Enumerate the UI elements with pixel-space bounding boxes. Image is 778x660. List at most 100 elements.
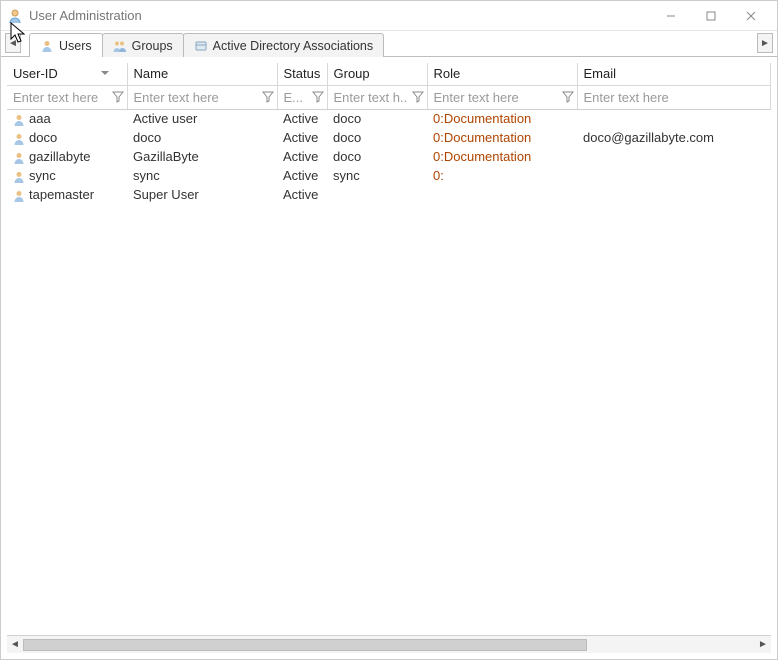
cell-text: Active: [283, 168, 318, 183]
cell-name: doco: [127, 128, 277, 147]
tab-groups[interactable]: Groups: [102, 33, 184, 57]
cell-group: sync: [327, 166, 427, 185]
table-row[interactable]: sync sync Active sync 0:: [7, 166, 771, 185]
cell-name: sync: [127, 166, 277, 185]
cell-text: sync: [29, 168, 56, 183]
cell-text: doco: [333, 149, 361, 164]
cell-email: [577, 147, 771, 166]
window-title: User Administration: [29, 8, 651, 23]
tab-users[interactable]: Users: [29, 33, 103, 57]
maximize-button[interactable]: [691, 2, 731, 30]
cell-email: doco@gazillabyte.com: [577, 128, 771, 147]
cell-status: Active: [277, 147, 327, 166]
window: User Administration ◄ Users Groups: [0, 0, 778, 660]
cell-text: Active: [283, 130, 318, 145]
filter-group-input[interactable]: [330, 90, 411, 105]
column-header-email[interactable]: Email: [577, 63, 771, 85]
cell-text: sync: [333, 168, 360, 183]
filter-icon[interactable]: [311, 90, 325, 104]
cell-email: [577, 166, 771, 185]
cell-user_id: doco: [7, 128, 127, 147]
filter-email-input[interactable]: [580, 90, 769, 105]
cell-status: Active: [277, 109, 327, 128]
cell-role: [427, 185, 577, 204]
cell-text: doco: [333, 130, 361, 145]
filter-icon[interactable]: [111, 90, 125, 104]
user-icon: [40, 39, 54, 53]
tab-scroll-left-button[interactable]: ◄: [5, 33, 21, 53]
titlebar: User Administration: [1, 1, 777, 31]
cell-status: Active: [277, 185, 327, 204]
cell-status: Active: [277, 128, 327, 147]
cell-role: 0:: [427, 166, 577, 185]
filter-icon[interactable]: [411, 90, 425, 104]
column-header-user-id[interactable]: User-ID: [7, 63, 127, 85]
table-row[interactable]: tapemaster Super User Active: [7, 185, 771, 204]
column-header-group[interactable]: Group: [327, 63, 427, 85]
cell-text: tapemaster: [29, 187, 94, 202]
scroll-left-icon[interactable]: ◄: [7, 637, 23, 653]
tab-scroll-right-button[interactable]: ►: [757, 33, 773, 53]
cell-role: 0:Documentation: [427, 147, 577, 166]
scrollbar-thumb[interactable]: [23, 639, 587, 651]
app-icon: [7, 8, 23, 24]
filter-icon[interactable]: [561, 90, 575, 104]
cell-email: [577, 109, 771, 128]
cell-text: 0:: [433, 168, 444, 183]
user-icon: [13, 152, 25, 164]
cell-text: aaa: [29, 111, 51, 126]
users-group-icon: [113, 39, 127, 53]
cell-text: 0:Documentation: [433, 130, 531, 145]
filter-status-input[interactable]: [280, 90, 311, 105]
directory-icon: [194, 39, 208, 53]
column-header-role[interactable]: Role: [427, 63, 577, 85]
filter-name-input[interactable]: [130, 90, 261, 105]
column-header-name[interactable]: Name: [127, 63, 277, 85]
table-row[interactable]: doco doco Active doco 0:Documentation doco@ga…: [7, 128, 771, 147]
filter-role-input[interactable]: [430, 90, 561, 105]
cell-status: Active: [277, 166, 327, 185]
cell-text: gazillabyte: [29, 149, 90, 164]
data-grid: User-ID Name Status Group Role Email aaa…: [7, 63, 771, 635]
user-icon: [13, 190, 25, 202]
cell-text: doco: [333, 111, 361, 126]
cell-group: doco: [327, 147, 427, 166]
filter-user-id-input[interactable]: [9, 90, 111, 105]
cell-email: [577, 185, 771, 204]
filter-row: [7, 85, 771, 109]
cell-user_id: tapemaster: [7, 185, 127, 204]
cell-user_id: sync: [7, 166, 127, 185]
scrollbar-track[interactable]: [23, 639, 755, 651]
scroll-right-icon[interactable]: ►: [755, 637, 771, 653]
user-icon: [13, 114, 25, 126]
tab-groups-label: Groups: [132, 39, 173, 53]
cell-role: 0:Documentation: [427, 128, 577, 147]
cell-name: Super User: [127, 185, 277, 204]
cell-group: doco: [327, 109, 427, 128]
cell-text: 0:Documentation: [433, 149, 531, 164]
tab-ad-associations-label: Active Directory Associations: [213, 39, 373, 53]
tablist: Users Groups Active Directory Associatio…: [29, 32, 383, 56]
users-table: User-ID Name Status Group Role Email aaa…: [7, 63, 771, 204]
cell-group: doco: [327, 128, 427, 147]
cell-text: doco: [29, 130, 57, 145]
cell-text: doco: [133, 130, 161, 145]
minimize-button[interactable]: [651, 2, 691, 30]
cell-text: GazillaByte: [133, 149, 199, 164]
horizontal-scrollbar[interactable]: ◄ ►: [7, 635, 771, 653]
cell-group: [327, 185, 427, 204]
cell-user_id: aaa: [7, 109, 127, 128]
cell-text: doco@gazillabyte.com: [583, 130, 714, 145]
cell-user_id: gazillabyte: [7, 147, 127, 166]
table-row[interactable]: gazillabyte GazillaByte Active doco 0:Docume…: [7, 147, 771, 166]
user-icon: [13, 171, 25, 183]
column-header-status[interactable]: Status: [277, 63, 327, 85]
close-button[interactable]: [731, 2, 771, 30]
cell-text: Active: [283, 187, 318, 202]
cell-text: sync: [133, 168, 160, 183]
filter-icon[interactable]: [261, 90, 275, 104]
cell-text: 0:Documentation: [433, 111, 531, 126]
table-row[interactable]: aaaActive userActivedoco0:Documentation: [7, 109, 771, 128]
tab-ad-associations[interactable]: Active Directory Associations: [183, 33, 384, 57]
user-icon: [13, 133, 25, 145]
